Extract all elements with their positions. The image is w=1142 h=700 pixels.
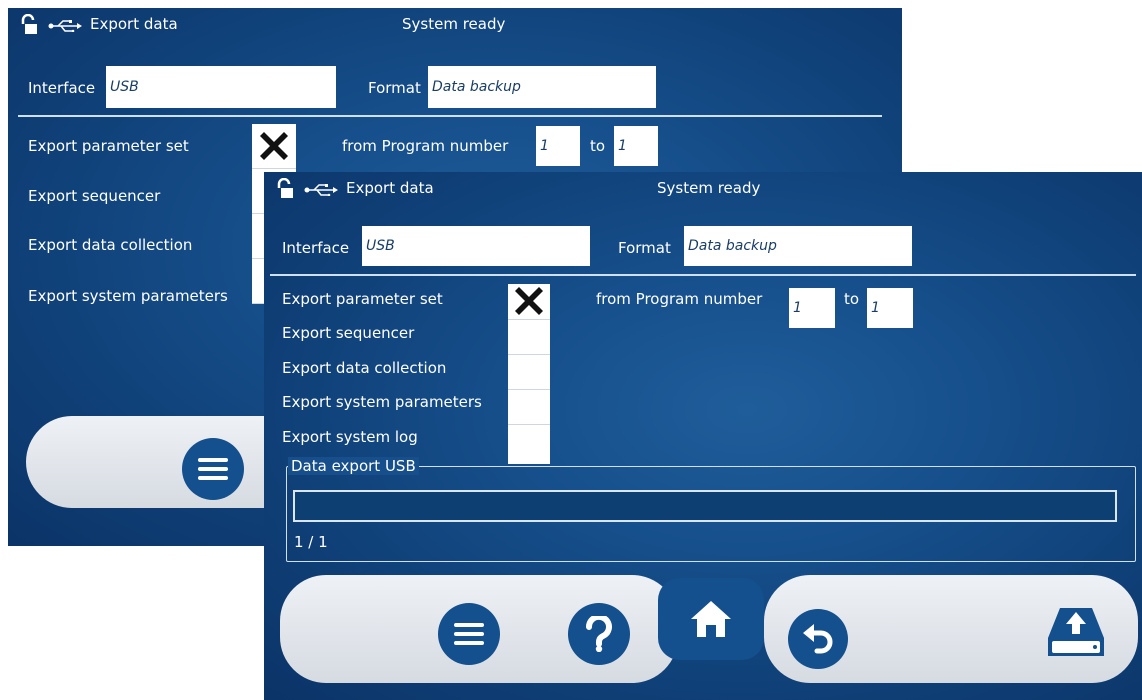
interface-label: Interface (282, 239, 350, 257)
from-program-field[interactable]: 1 (536, 126, 580, 166)
menu-icon (198, 458, 228, 480)
export-item-label: Export sequencer (282, 324, 415, 342)
checkbox[interactable] (508, 320, 550, 355)
checkbox[interactable] (508, 355, 550, 390)
checkbox[interactable] (508, 425, 550, 464)
home-button[interactable] (658, 578, 764, 660)
format-field[interactable]: Data backup (428, 66, 656, 108)
progress-bar (293, 490, 1117, 522)
menu-icon (454, 623, 484, 645)
page-title: Export data (346, 179, 434, 197)
export-item-label: Export parameter set (28, 137, 189, 155)
format-label: Format (368, 79, 421, 97)
divider (270, 274, 1136, 276)
page-title: Export data (90, 15, 178, 33)
group-title: Data export USB (288, 457, 419, 475)
status-text: System ready (657, 179, 761, 197)
help-button[interactable] (568, 603, 630, 665)
divider (18, 115, 882, 117)
to-program-field[interactable]: 1 (614, 126, 658, 166)
home-icon (691, 601, 731, 637)
usb-icon (304, 184, 338, 196)
usb-icon (48, 20, 82, 32)
checkbox[interactable] (252, 124, 296, 169)
checkbox[interactable] (508, 284, 550, 320)
undo-button[interactable] (788, 609, 848, 669)
format-label: Format (618, 239, 671, 257)
export-item-label: Export system log (282, 428, 418, 446)
interface-field[interactable]: USB (362, 226, 590, 266)
from-program-label: from Program number (596, 290, 763, 308)
from-program-label: from Program number (342, 137, 509, 155)
from-program-field[interactable]: 1 (789, 288, 835, 328)
status-text: System ready (402, 15, 506, 33)
to-label: to (844, 290, 860, 308)
export-item-label: Export parameter set (282, 290, 443, 308)
export-item-label: Export data collection (28, 236, 193, 254)
unlock-icon (21, 14, 37, 34)
menu-button[interactable] (182, 438, 244, 500)
title-bar: Export data System ready (8, 8, 902, 42)
export-upload-icon (1048, 608, 1104, 656)
help-icon (586, 616, 612, 652)
export-item-label: Export data collection (282, 359, 447, 377)
to-label: to (590, 137, 606, 155)
menu-button[interactable] (438, 603, 500, 665)
interface-field[interactable]: USB (106, 66, 336, 108)
export-item-label: Export sequencer (28, 187, 161, 205)
undo-icon (803, 624, 833, 654)
export-item-label: Export system parameters (28, 287, 228, 305)
unlock-icon (277, 178, 293, 198)
checkbox-column (508, 284, 550, 464)
interface-label: Interface (28, 79, 96, 97)
to-program-field[interactable]: 1 (867, 288, 913, 328)
format-field[interactable]: Data backup (684, 226, 912, 266)
progress-text: 1 / 1 (294, 533, 328, 551)
export-item-label: Export system parameters (282, 393, 482, 411)
checkbox-x-icon (515, 287, 543, 315)
export-screen-foreground: Export data System ready Interface USB F… (264, 172, 1142, 700)
export-upload-button[interactable] (1046, 604, 1106, 660)
checkbox[interactable] (508, 390, 550, 425)
checkbox-x-icon (260, 132, 288, 160)
title-bar: Export data System ready (264, 172, 1142, 206)
